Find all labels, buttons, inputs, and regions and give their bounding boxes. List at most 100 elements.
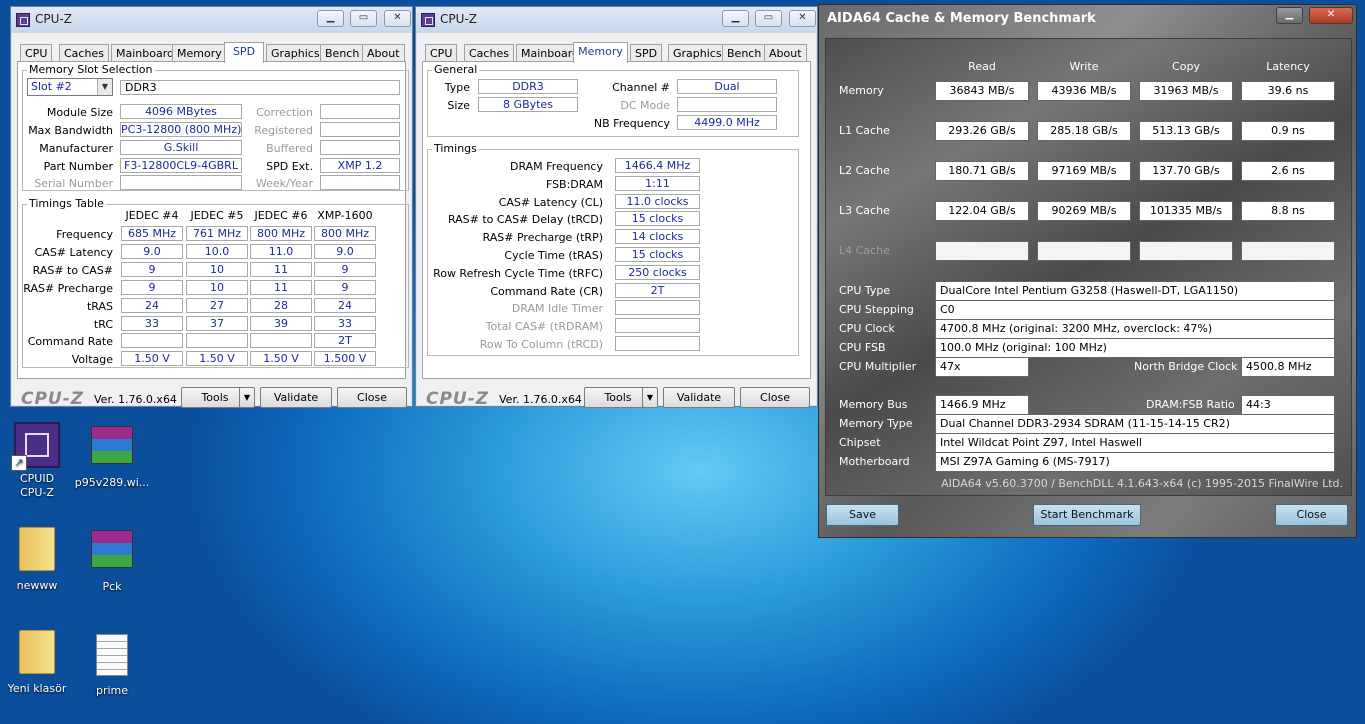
cpu-clock-value: 4700.8 MHz (original: 3200 MHz, overcloc…: [935, 319, 1335, 339]
tab-cpu[interactable]: CPU: [425, 44, 458, 62]
bench-cell: 97169 MB/s: [1037, 161, 1131, 181]
tab-bench[interactable]: Bench: [722, 44, 767, 62]
desktop-icon-newww[interactable]: newww: [0, 527, 77, 592]
cpu-clock-label: CPU Clock: [839, 322, 895, 335]
week-year-label: Week/Year: [255, 177, 313, 190]
timing-value: 1466.4 MHz: [615, 158, 700, 173]
tab-about[interactable]: About: [362, 44, 405, 62]
memory-bus-value: 1466.9 MHz: [935, 395, 1029, 415]
timing-value: 1:11: [615, 175, 700, 191]
tab-bar: CPU Caches Mainboard Memory SPD Graphics…: [422, 42, 811, 63]
tab-bench[interactable]: Bench: [320, 44, 365, 62]
maximize-button[interactable]: ▭: [350, 10, 377, 27]
cpu-fsb-label: CPU FSB: [839, 341, 886, 354]
close-button[interactable]: Close: [1275, 504, 1348, 526]
maximize-button[interactable]: ▭: [755, 10, 782, 27]
tools-dropdown-button[interactable]: ▼: [642, 387, 658, 408]
desktop-icon-prime[interactable]: prime: [72, 634, 152, 697]
tab-cpu[interactable]: CPU: [20, 44, 53, 62]
desktop-icon-pck[interactable]: Pck: [72, 530, 152, 593]
validate-button[interactable]: Validate: [663, 387, 735, 408]
tab-caches[interactable]: Caches: [59, 44, 109, 62]
nb-frequency-label: NB Frequency: [593, 117, 670, 130]
dram-fsb-ratio-label: DRAM:FSB Ratio: [1146, 398, 1235, 411]
timing-cell: 33: [314, 315, 376, 331]
desktop-icon-yeni-klasor[interactable]: Yeni klasör: [0, 630, 77, 695]
timings-group: Timings DRAM Frequency 1466.4 MHz FSB:DRAM…: [427, 142, 799, 356]
close-button[interactable]: Close: [337, 387, 407, 408]
slot-select-value: Slot #2: [31, 80, 72, 93]
timing-cell: [186, 333, 248, 349]
tools-dropdown-button[interactable]: ▼: [239, 387, 255, 408]
spd-ext-value: XMP 1.2: [320, 158, 400, 173]
tab-graphics[interactable]: Graphics: [266, 44, 325, 62]
timing-cell: 9.0: [121, 243, 183, 259]
tab-memory[interactable]: Memory: [172, 44, 227, 62]
cpuz-logo: CPU-Z: [426, 389, 490, 409]
timing-label: DRAM Idle Timer: [511, 302, 603, 316]
timing-cell: 10: [186, 279, 248, 295]
cpu-fsb-value: 100.0 MHz (original: 100 MHz): [935, 338, 1335, 358]
start-benchmark-button[interactable]: Start Benchmark: [1033, 504, 1141, 526]
close-window-button[interactable]: ✕: [789, 10, 816, 27]
timing-label: DRAM Frequency: [509, 160, 603, 173]
bench-cell: 39.6 ns: [1241, 81, 1335, 101]
correction-value: [320, 104, 400, 119]
desktop-icon-cpuz[interactable]: ↗ CPUID CPU-Z: [0, 422, 77, 500]
tab-bar: CPU Caches Mainboard Memory SPD Graphics…: [17, 42, 406, 63]
channel-value: Dual: [677, 79, 777, 94]
type-value: DDR3: [478, 79, 578, 94]
timing-label: Row To Column (tRCD): [479, 338, 603, 351]
timing-cell: 39: [250, 315, 312, 331]
registered-value: [320, 122, 400, 137]
close-window-button[interactable]: ✕: [384, 10, 411, 27]
cpuz-icon: ↗: [11, 422, 60, 471]
cpu-type-value: DualCore Intel Pentium G3258 (Haswell-DT…: [935, 281, 1335, 301]
timing-value: 14 clocks: [615, 229, 700, 245]
nb-frequency-value: 4499.0 MHz: [677, 115, 777, 130]
memory-slot-group: Memory Slot Selection Slot #2 ▼ DDR3 Mod…: [22, 63, 409, 191]
bench-cell: 513.13 GB/s: [1139, 121, 1233, 141]
tab-mainboard[interactable]: Mainboard: [111, 44, 180, 62]
motherboard-value: MSI Z97A Gaming 6 (MS-7917): [935, 452, 1335, 472]
slot-select[interactable]: Slot #2 ▼: [27, 78, 113, 96]
title-bar[interactable]: CPU-Z ▁ ▭ ✕: [416, 7, 817, 33]
tab-about[interactable]: About: [764, 44, 807, 62]
cpu-multiplier-label: CPU Multiplier: [839, 360, 917, 373]
timing-row-label: RAS# to CAS#: [32, 263, 113, 277]
tab-spd[interactable]: SPD: [224, 42, 264, 63]
text-file-icon: [96, 634, 128, 676]
close-button[interactable]: Close: [740, 387, 810, 408]
timing-value: [615, 336, 700, 351]
tab-memory[interactable]: Memory: [573, 42, 628, 63]
timing-value: 11.0 clocks: [615, 193, 700, 209]
folder-icon: [19, 630, 55, 674]
bench-cell: [935, 241, 1029, 261]
tab-caches[interactable]: Caches: [464, 44, 514, 62]
desktop-icon-label: newww: [16, 579, 58, 592]
validate-button[interactable]: Validate: [260, 387, 332, 408]
title-bar[interactable]: CPU-Z ▁ ▭ ✕: [11, 7, 412, 33]
motherboard-label: Motherboard: [839, 455, 910, 468]
timing-label: Total CAS# (tRDRAM): [485, 320, 603, 334]
timing-cell: 1.500 V: [314, 351, 376, 367]
desktop-icon-p95[interactable]: p95v289.wi...: [72, 426, 152, 489]
bench-cell: 285.18 GB/s: [1037, 121, 1131, 141]
module-size-value: 4096 MBytes: [120, 104, 242, 119]
buffered-label: Buffered: [266, 142, 313, 155]
minimize-button[interactable]: ▁: [1276, 7, 1303, 24]
tab-graphics[interactable]: Graphics: [668, 44, 727, 62]
save-button[interactable]: Save: [826, 504, 899, 526]
manufacturer-label: Manufacturer: [39, 142, 113, 155]
bench-row-label: L4 Cache: [839, 244, 890, 257]
close-window-button[interactable]: ✕: [1309, 7, 1353, 24]
minimize-button[interactable]: ▁: [317, 10, 344, 27]
tab-spd[interactable]: SPD: [630, 44, 663, 62]
winrar-icon: [91, 530, 133, 568]
channel-label: Channel #: [612, 81, 670, 94]
minimize-button[interactable]: ▁: [722, 10, 749, 27]
group-title: Timings Table: [27, 197, 106, 210]
timing-cell: 1.50 V: [186, 351, 248, 367]
timing-cell: 685 MHz: [121, 226, 183, 241]
chevron-down-icon: ▼: [646, 393, 654, 402]
